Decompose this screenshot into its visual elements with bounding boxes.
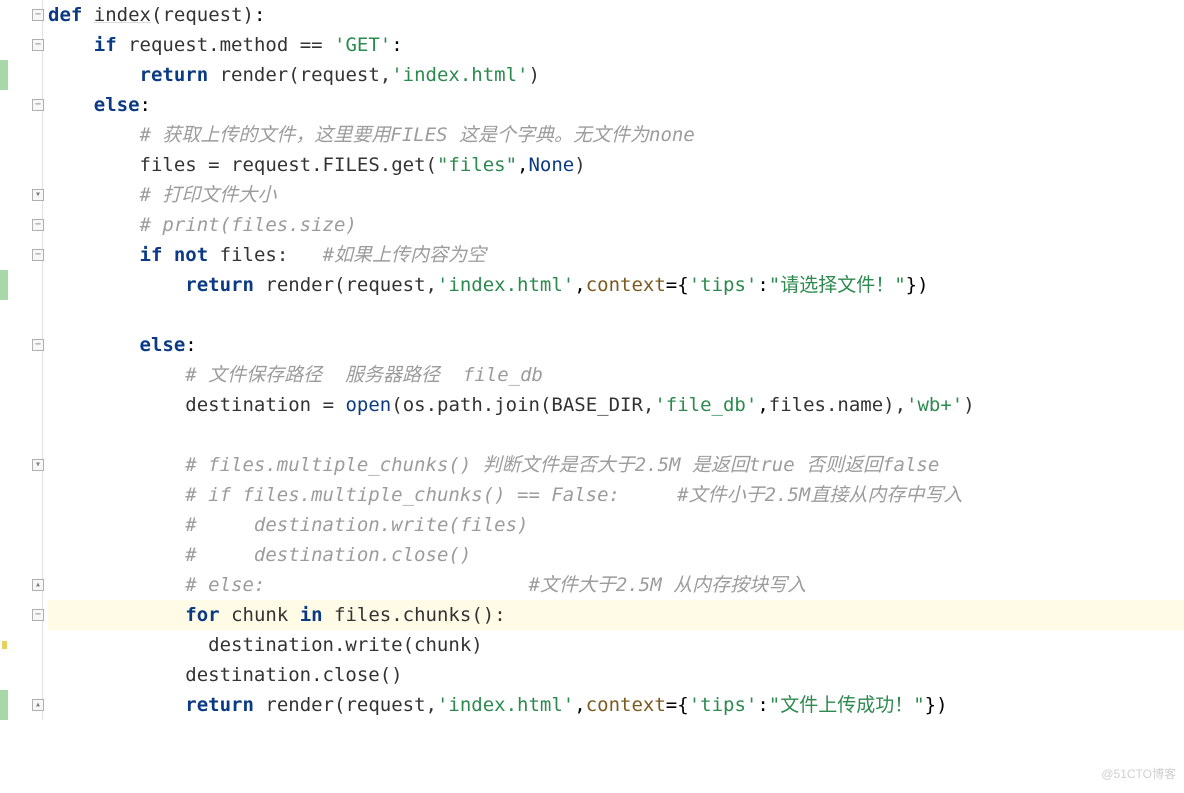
fold-icon[interactable]: − — [32, 609, 44, 621]
code-line[interactable]: # print(files.size) — [48, 210, 1184, 240]
watermark: @51CTO博客 — [1101, 759, 1176, 789]
code-line[interactable]: return render(request,'index.html',conte… — [48, 690, 1184, 720]
fold-icon[interactable]: ▾ — [32, 189, 44, 201]
fold-icon[interactable]: − — [32, 9, 44, 21]
code-line[interactable]: # 打印文件大小 — [48, 180, 1184, 210]
fold-icon[interactable]: − — [32, 339, 44, 351]
fold-icon[interactable]: − — [32, 39, 44, 51]
code-line[interactable] — [48, 420, 1184, 450]
code-line[interactable]: if request.method == 'GET': — [48, 30, 1184, 60]
code-line[interactable]: # 文件保存路径 服务器路径 file_db — [48, 360, 1184, 390]
code-line[interactable]: return render(request,'index.html') — [48, 60, 1184, 90]
code-line[interactable]: # destination.close() — [48, 540, 1184, 570]
fold-icon[interactable]: ▾ — [32, 459, 44, 471]
code-area[interactable]: def index(request): if request.method ==… — [46, 0, 1184, 720]
code-line[interactable]: if not files: #如果上传内容为空 — [48, 240, 1184, 270]
fold-icon[interactable]: − — [32, 99, 44, 111]
fold-icon[interactable]: − — [32, 249, 44, 261]
code-line[interactable]: destination = open(os.path.join(BASE_DIR… — [48, 390, 1184, 420]
fold-icon[interactable]: − — [32, 219, 44, 231]
code-line[interactable]: return render(request,'index.html',conte… — [48, 270, 1184, 300]
code-line[interactable]: else: — [48, 330, 1184, 360]
code-line[interactable]: def index(request): — [48, 0, 1184, 30]
fold-icon[interactable]: ▴ — [32, 699, 44, 711]
code-line[interactable]: destination.write(chunk) — [48, 630, 1184, 660]
code-line[interactable]: # destination.write(files) — [48, 510, 1184, 540]
code-line[interactable]: else: — [48, 90, 1184, 120]
code-line[interactable]: # 获取上传的文件，这里要用FILES 这是个字典。无文件为none — [48, 120, 1184, 150]
code-line[interactable]: for chunk in files.chunks(): — [48, 600, 1184, 630]
code-editor[interactable]: − − − ▾ − − − ▾ ▴ − ▴ def index(request)… — [0, 0, 1184, 720]
code-line[interactable]: # if files.multiple_chunks() == False: #… — [48, 480, 1184, 510]
code-line[interactable]: # files.multiple_chunks() 判断文件是否大于2.5M 是… — [48, 450, 1184, 480]
code-line[interactable]: destination.close() — [48, 660, 1184, 690]
code-line[interactable]: # else: #文件大于2.5M 从内存按块写入 — [48, 570, 1184, 600]
fold-icon[interactable]: ▴ — [32, 579, 44, 591]
code-line[interactable]: files = request.FILES.get("files",None) — [48, 150, 1184, 180]
code-line[interactable] — [48, 300, 1184, 330]
editor-gutter: − − − ▾ − − − ▾ ▴ − ▴ — [0, 0, 46, 720]
